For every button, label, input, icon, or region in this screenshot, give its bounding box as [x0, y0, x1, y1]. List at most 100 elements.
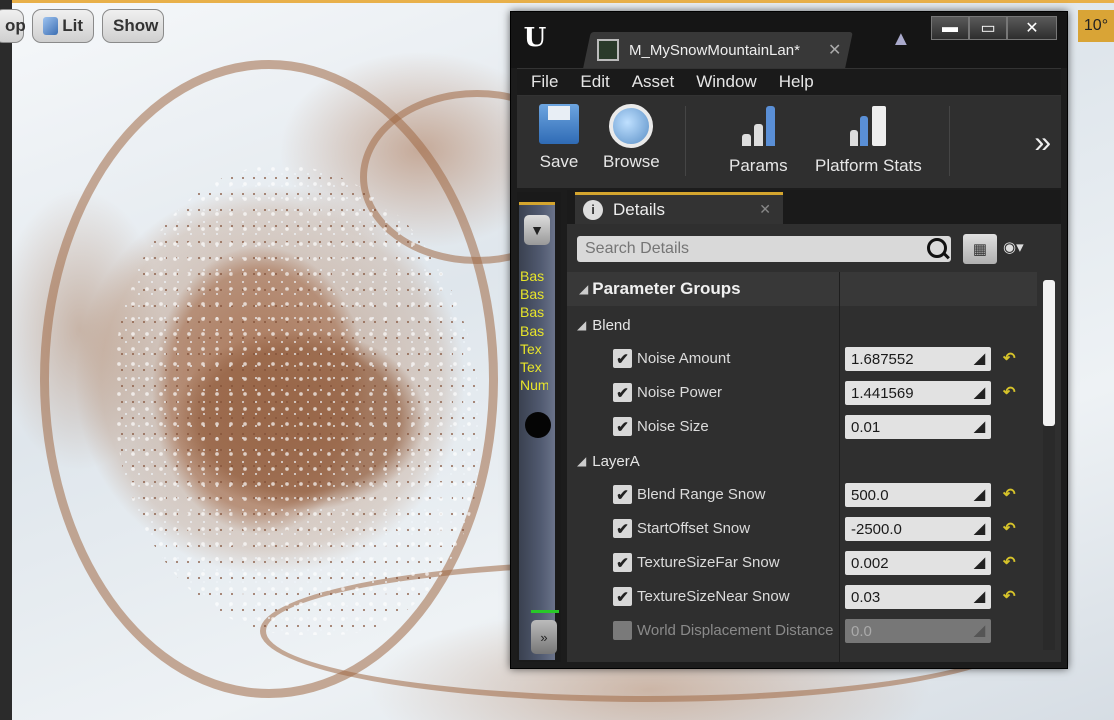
collapse-arrow-icon[interactable]: ◢	[577, 454, 586, 468]
palette-node-label[interactable]: Num	[520, 376, 548, 394]
drag-handle-icon: ◢	[974, 622, 985, 638]
graduation-cap-icon[interactable]: ▲	[891, 28, 913, 50]
drag-handle-icon[interactable]: ◢	[974, 554, 985, 571]
parameter-groups-header[interactable]: ◢ Parameter Groups	[567, 272, 1037, 306]
palette-node-list: Bas Bas Bas Bas Tex Tex Num	[520, 267, 548, 394]
menu-asset[interactable]: Asset	[632, 72, 675, 92]
viewport-angle-badge[interactable]: 10°	[1078, 10, 1114, 42]
param-checkbox[interactable]: ✔	[613, 417, 632, 436]
editor-titlebar[interactable]: U M_MySnowMountainLan* ✕ ▲ ▬ ▭ ✕	[511, 12, 1067, 68]
platform-stats-label: Platform Stats	[815, 156, 922, 175]
palette-node-label[interactable]: Tex	[520, 340, 548, 358]
param-row-noise-size: ✔ Noise Size ◢	[567, 410, 1037, 444]
collapse-arrow-icon[interactable]: ◢	[577, 318, 586, 332]
menu-window[interactable]: Window	[696, 72, 756, 92]
param-checkbox[interactable]: ✔	[613, 587, 632, 606]
minimize-button[interactable]: ▬	[931, 16, 969, 40]
search-box[interactable]	[577, 236, 951, 262]
palette-node-label[interactable]: Bas	[520, 303, 548, 321]
param-row-blend-range-snow: ✔ Blend Range Snow ◢ ↶	[567, 478, 1037, 512]
param-checkbox[interactable]	[613, 621, 632, 640]
viewport-lit-button[interactable]: Lit	[32, 9, 94, 43]
param-value-field[interactable]: ◢	[845, 415, 991, 439]
param-value-field[interactable]: ◢	[845, 585, 991, 609]
scrollbar-thumb[interactable]	[1043, 280, 1055, 426]
param-value-input[interactable]	[849, 553, 971, 573]
menu-help[interactable]: Help	[779, 72, 814, 92]
reset-to-default-icon[interactable]: ↶	[1003, 587, 1016, 605]
platform-stats-button[interactable]: Platform Stats	[815, 104, 922, 176]
close-icon[interactable]: ✕	[759, 201, 771, 218]
reset-to-default-icon[interactable]: ↶	[1003, 519, 1016, 537]
browse-button[interactable]: Browse	[603, 104, 660, 172]
drag-handle-icon[interactable]: ◢	[974, 418, 985, 435]
reset-to-default-icon[interactable]: ↶	[1003, 485, 1016, 503]
viewport-perspective-button[interactable]: op	[0, 9, 26, 43]
param-checkbox[interactable]: ✔	[613, 519, 632, 538]
viewport-show-button[interactable]: Show	[102, 9, 164, 43]
param-value-field[interactable]: ◢	[845, 517, 991, 541]
param-value-field[interactable]: ◢	[845, 381, 991, 405]
param-row-startoffset-snow: ✔ StartOffset Snow ◢ ↶	[567, 512, 1037, 546]
param-row-texturesizenear-snow: ✔ TextureSizeNear Snow ◢ ↶	[567, 580, 1037, 614]
palette-node-label[interactable]: Bas	[520, 267, 548, 285]
param-value-input[interactable]	[849, 383, 971, 403]
drag-handle-icon[interactable]: ◢	[974, 588, 985, 605]
param-checkbox[interactable]: ✔	[613, 383, 632, 402]
lit-cube-icon	[43, 17, 59, 35]
viewport-perspective-label: op	[5, 16, 26, 35]
reset-to-default-icon[interactable]: ↶	[1003, 383, 1016, 401]
details-tab[interactable]: i Details ✕	[575, 192, 783, 224]
param-name: TextureSizeFar Snow	[637, 554, 780, 571]
param-checkbox[interactable]: ✔	[613, 553, 632, 572]
drag-handle-icon[interactable]: ◢	[974, 486, 985, 503]
param-value-input[interactable]	[849, 587, 971, 607]
param-row-world-displacement-distance: World Displacement Distance ◢	[567, 614, 1037, 648]
reset-to-default-icon[interactable]: ↶	[1003, 553, 1016, 571]
category-row-layera[interactable]: ◢ LayerA	[567, 444, 1037, 478]
menu-edit[interactable]: Edit	[580, 72, 609, 92]
palette-node-label[interactable]: Bas	[520, 322, 548, 340]
reset-to-default-icon[interactable]: ↶	[1003, 349, 1016, 367]
unreal-logo-icon: U	[523, 23, 547, 53]
material-icon	[597, 39, 619, 61]
viewport-show-label: Show	[113, 16, 159, 35]
param-name: Blend Range Snow	[637, 486, 766, 503]
param-value-field[interactable]: ◢	[845, 483, 991, 507]
category-row-blend[interactable]: ◢ Blend	[567, 308, 1037, 342]
close-icon[interactable]: ✕	[828, 40, 841, 60]
menu-bar: File Edit Asset Window Help	[517, 68, 1061, 96]
search-input[interactable]	[583, 239, 917, 259]
property-matrix-button[interactable]: ▦	[963, 234, 997, 264]
close-window-button[interactable]: ✕	[1007, 16, 1057, 40]
search-icon[interactable]	[927, 238, 947, 258]
asset-tab-label: M_MySnowMountainLan*	[629, 41, 800, 59]
collapse-arrow-icon[interactable]: ◢	[579, 282, 588, 296]
view-options-button[interactable]: ◉▾	[1003, 238, 1024, 256]
param-row-texturesizefar-snow: ✔ TextureSizeFar Snow ◢ ↶	[567, 546, 1037, 580]
asset-tab[interactable]: M_MySnowMountainLan* ✕	[593, 34, 855, 66]
param-value-input[interactable]	[849, 485, 971, 505]
param-value-field[interactable]: ◢	[845, 551, 991, 575]
maximize-button[interactable]: ▭	[969, 16, 1007, 40]
platform-stats-icon	[844, 104, 892, 148]
param-checkbox[interactable]: ✔	[613, 485, 632, 504]
param-value-input[interactable]	[849, 349, 971, 369]
parameter-groups-title: Parameter Groups	[592, 279, 741, 298]
palette-node-label[interactable]: Bas	[520, 285, 548, 303]
param-value-input[interactable]	[849, 519, 971, 539]
palette-node-label[interactable]: Tex	[520, 358, 548, 376]
drag-handle-icon[interactable]: ◢	[974, 520, 985, 537]
menu-file[interactable]: File	[531, 72, 558, 92]
expand-palette-button[interactable]: »	[531, 620, 557, 654]
params-button[interactable]: Params	[729, 104, 788, 176]
drag-handle-icon[interactable]: ◢	[974, 350, 985, 367]
save-button[interactable]: Save	[539, 104, 579, 172]
drag-handle-icon[interactable]: ◢	[974, 384, 985, 401]
browse-label: Browse	[603, 152, 660, 171]
param-value-input[interactable]	[849, 417, 971, 437]
param-value-field[interactable]: ◢	[845, 347, 991, 371]
toolbar-overflow-icon[interactable]: »	[1034, 126, 1051, 160]
param-checkbox[interactable]: ✔	[613, 349, 632, 368]
palette-dropdown-button[interactable]: ▼	[524, 215, 550, 245]
